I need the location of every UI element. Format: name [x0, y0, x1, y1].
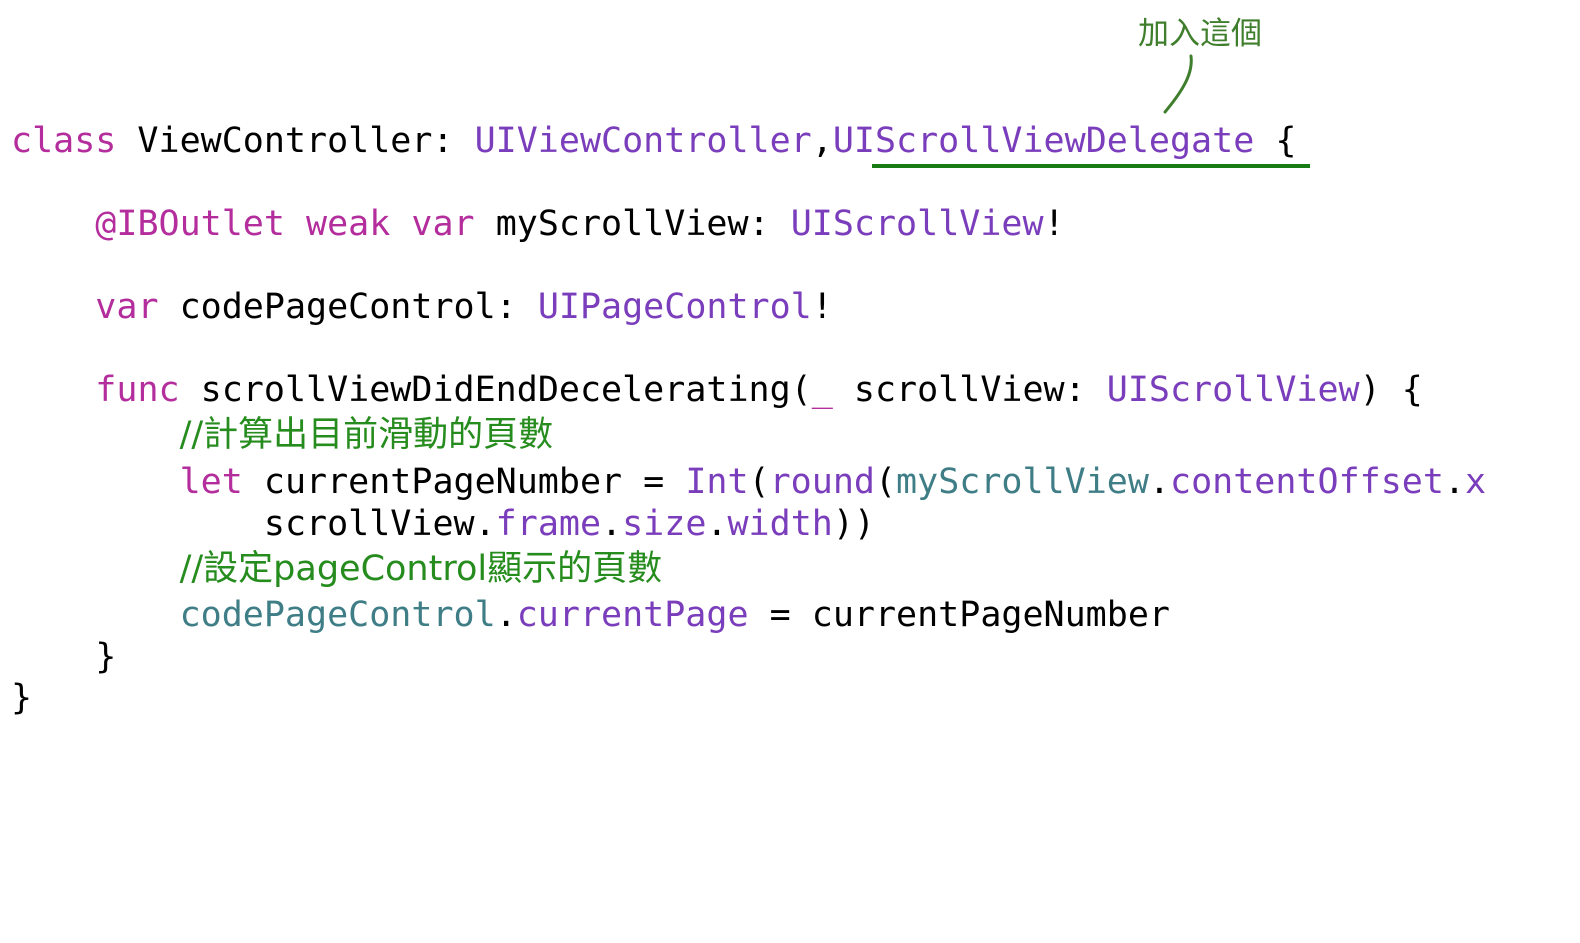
code-line-outlet: @IBOutlet weak var myScrollView: UIScrol…: [11, 204, 1065, 245]
comment-text: //計算出目前滑動的頁數: [179, 415, 554, 455]
close-parens: )): [832, 504, 875, 544]
property-name: codePageControl:: [158, 287, 538, 327]
keyword-class: class: [11, 121, 117, 161]
code-line-let-current-page: let currentPageNumber = Int(round(myScro…: [11, 462, 1487, 503]
dot: .: [1148, 462, 1170, 502]
dot: .: [706, 504, 728, 544]
keyword-var: var: [411, 204, 475, 244]
keyword-func: func: [95, 370, 180, 410]
close-brace: }: [95, 637, 117, 677]
property-type: UIPageControl: [537, 287, 812, 327]
attribute-iboutlet: @IBOutlet: [95, 204, 285, 244]
unwrap-bang: !: [811, 287, 833, 327]
property-x: x: [1465, 462, 1487, 502]
code-line-comment-set: //設定pageControl顯示的頁數: [11, 549, 663, 590]
code-line-func-declaration: func scrollViewDidEndDecelerating(_ scro…: [11, 370, 1423, 411]
open-brace: {: [1254, 121, 1297, 161]
comment-text: //設定pageControl顯示的頁數: [179, 549, 663, 589]
code-line-frame-width: scrollView.frame.size.width)): [11, 504, 875, 545]
dot: .: [601, 504, 623, 544]
code-editor: class ViewController: UIViewController,U…: [11, 0, 1580, 727]
function-round: round: [769, 462, 875, 502]
assignment: currentPageNumber =: [242, 462, 686, 502]
func-tail: ) {: [1359, 370, 1423, 410]
variable-scrollview: scrollView: [263, 504, 475, 544]
superclass-type: UIViewController: [474, 121, 812, 161]
code-line-func-close: }: [11, 637, 116, 678]
assignment: = currentPageNumber: [748, 595, 1170, 635]
unwrap-bang: !: [1043, 204, 1065, 244]
variable-myscrollview: myScrollView: [896, 462, 1149, 502]
open-paren: (: [748, 462, 770, 502]
underscore-label: _: [811, 370, 833, 410]
function-name: scrollViewDidEndDecelerating(: [179, 370, 812, 410]
close-brace: }: [11, 678, 33, 718]
comma: ,: [811, 121, 833, 161]
variable-codepagecontrol: codePageControl: [179, 595, 496, 635]
code-line-class-declaration: class ViewController: UIViewController,U…: [11, 121, 1296, 162]
protocol-type: UIScrollViewDelegate: [832, 121, 1255, 161]
property-size: size: [622, 504, 707, 544]
parameter-type: UIScrollView: [1106, 370, 1360, 410]
property-frame: frame: [495, 504, 602, 544]
property-content-offset: contentOffset: [1170, 462, 1444, 502]
code-line-comment-calc: //計算出目前滑動的頁數: [11, 415, 554, 456]
dot: .: [474, 504, 496, 544]
code-line-page-control-var: var codePageControl: UIPageControl!: [11, 287, 833, 328]
property-width: width: [727, 504, 833, 544]
keyword-weak: weak: [306, 204, 391, 244]
code-line-class-close: }: [11, 678, 32, 719]
open-paren: (: [874, 462, 897, 502]
dot: .: [495, 595, 517, 635]
function-int: Int: [685, 462, 749, 502]
parameter: scrollView:: [832, 370, 1107, 410]
code-line-assign-current-page: codePageControl.currentPage = currentPag…: [11, 595, 1170, 636]
property-current-page: currentPage: [516, 595, 749, 635]
property-type: UIScrollView: [790, 204, 1044, 244]
dot: .: [1443, 462, 1466, 502]
keyword-var: var: [95, 287, 159, 327]
class-name: ViewController:: [116, 121, 475, 161]
keyword-let: let: [179, 462, 243, 502]
property-name: myScrollView:: [474, 204, 791, 244]
